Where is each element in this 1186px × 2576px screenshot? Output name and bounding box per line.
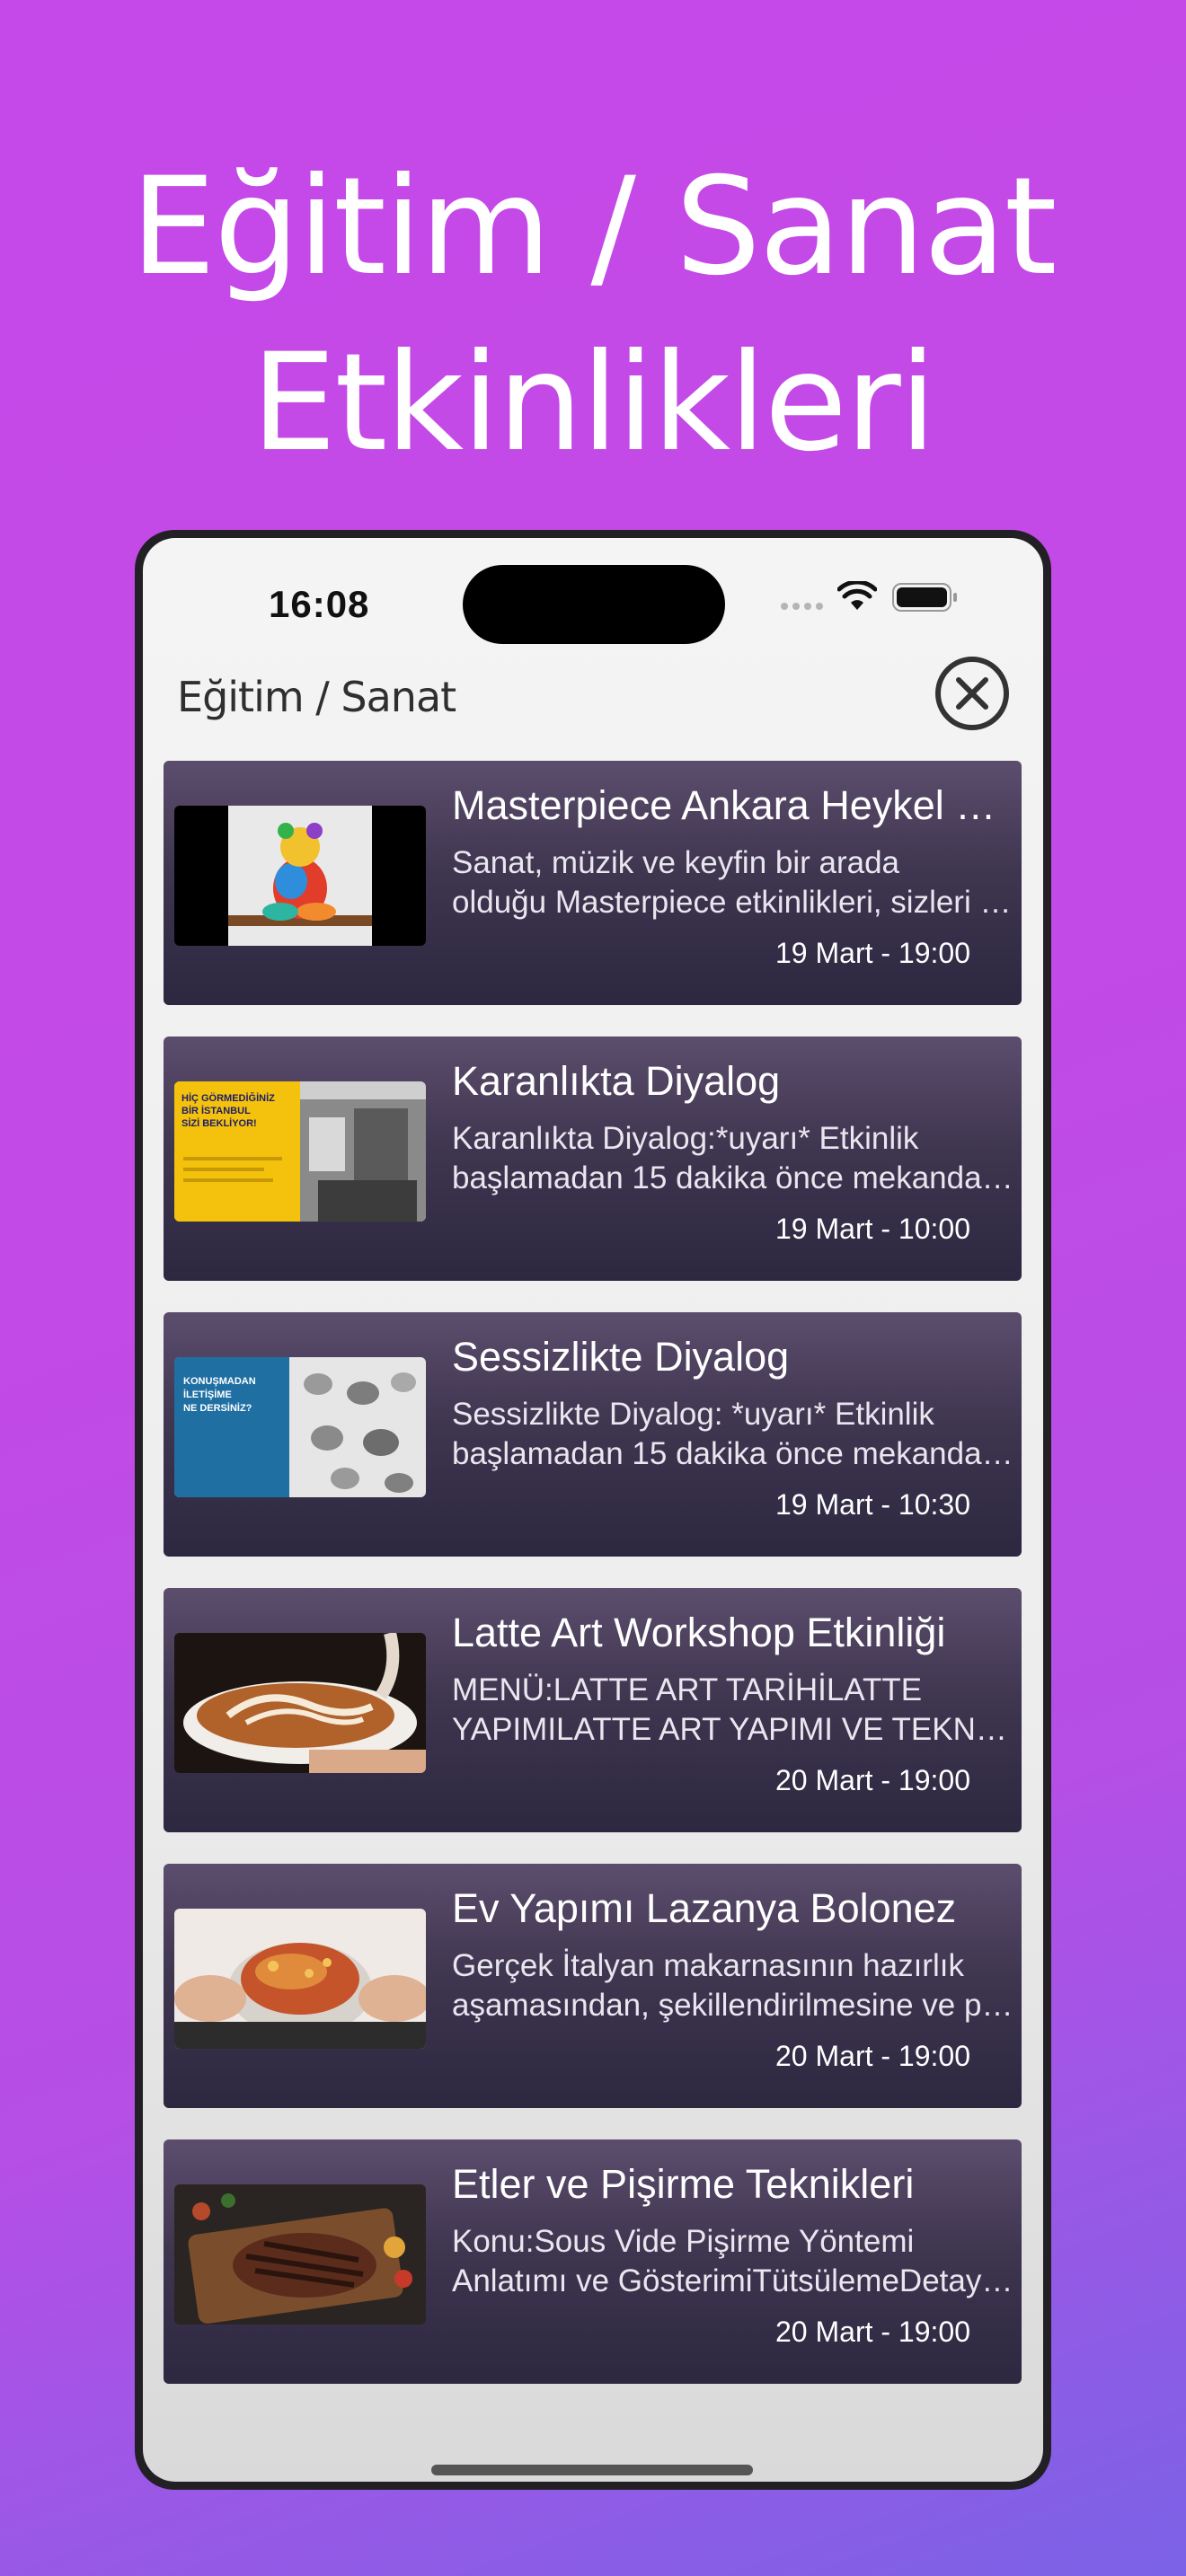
event-date: 19 Mart - 19:00 (775, 937, 970, 969)
event-thumbnail-sign-language: KONUŞMADAN İLETİŞİME NE DERSİNİZ? (174, 1357, 426, 1497)
event-description-line-2: başlamadan 15 dakika önce mekanda olunma… (452, 1160, 1013, 1195)
event-description-line-2: aşamasından, şekillendirilmesine ve pişi… (452, 1988, 1013, 2023)
promo-headline-line-1: Eğitim / Sanat (130, 149, 1057, 305)
event-description-line-1: Karanlıkta Diyalog:*uyarı* Etkinlik (452, 1121, 919, 1156)
event-description-line-2: Anlatımı ve GösterimiTütsülemeDetayları (452, 2263, 1013, 2298)
event-description: Karanlıkta Diyalog:*uyarı* Etkinlik başl… (452, 1119, 1013, 1198)
status-time: 16:08 (269, 583, 370, 625)
event-title: Etler ve Pişirme Teknikleri (452, 2161, 915, 2207)
event-description: Konu:Sous Vide Pişirme Yöntemi Anlatımı … (452, 2222, 1013, 2301)
event-title: Latte Art Workshop Etkinliği (452, 1610, 946, 1655)
event-date: 20 Mart - 19:00 (775, 1764, 970, 1796)
event-thumbnail-latte (174, 1633, 426, 1773)
event-description-line-2: olduğu Masterpiece etkinlikleri, sizleri… (452, 885, 1013, 920)
event-description: Sanat, müzik ve keyfin bir arada olduğu … (452, 843, 1013, 922)
event-date: 20 Mart - 19:00 (775, 2316, 970, 2348)
event-list: Masterpiece Ankara Heykel Sergisi Sanat,… (164, 761, 1022, 2415)
event-title: Ev Yapımı Lazanya Bolonez (452, 1885, 957, 1931)
event-description-line-2: başlamadan 15 dakika önce mekanda olunma… (452, 1436, 1013, 1471)
event-card[interactable]: Ev Yapımı Lazanya Bolonez Gerçek İtalyan… (164, 1864, 1022, 2108)
event-description-line-1: Sanat, müzik ve keyfin bir arada (452, 845, 900, 880)
nav-title: Eğitim / Sanat (177, 673, 456, 721)
event-description: MENÜ:LATTE ART TARİHİLATTE YAPIMILATTE A… (452, 1671, 1013, 1750)
event-thumbnail-steak (174, 2184, 426, 2325)
event-card[interactable]: Latte Art Workshop Etkinliği MENÜ:LATTE … (164, 1588, 1022, 1832)
event-description-line-1: MENÜ:LATTE ART TARİHİLATTE (452, 1672, 923, 1707)
event-thumbnail-istanbul: HİÇ GÖRMEDİĞİNİZ BİR İSTANBUL SİZİ BEKLİ… (174, 1081, 426, 1222)
close-circle-icon[interactable] (934, 655, 1011, 732)
wifi-icon (837, 581, 877, 610)
cellular-signal-icon (781, 603, 823, 610)
battery-icon (892, 583, 957, 612)
event-description: Sessizlikte Diyalog: *uyarı* Etkinlik ba… (452, 1395, 1013, 1474)
home-indicator[interactable] (431, 2465, 753, 2475)
event-date: 19 Mart - 10:00 (775, 1213, 970, 1245)
promo-headline-line-2: Etkinlikleri (251, 325, 937, 481)
app-screen: 16:08 Eğitim / Sanat Masterpiece Ankara … (143, 538, 1043, 2482)
dynamic-island (463, 565, 725, 644)
event-card[interactable]: HİÇ GÖRMEDİĞİNİZ BİR İSTANBUL SİZİ BEKLİ… (164, 1037, 1022, 1281)
event-thumbnail-sculpture (174, 806, 426, 946)
event-title: Karanlıkta Diyalog (452, 1058, 781, 1104)
event-description: Gerçek İtalyan makarnasının hazırlık aşa… (452, 1946, 1013, 2025)
event-description-line-1: Gerçek İtalyan makarnasının hazırlık (452, 1948, 964, 1983)
promo-headline: Eğitim / Sanat Etkinlikleri (0, 139, 1186, 491)
event-title: Masterpiece Ankara Heykel Sergisi (452, 782, 1011, 828)
phone-frame: 16:08 Eğitim / Sanat Masterpiece Ankara … (135, 530, 1051, 2490)
event-title: Sessizlikte Diyalog (452, 1334, 790, 1380)
event-card[interactable]: KONUŞMADAN İLETİŞİME NE DERSİNİZ? Sessiz… (164, 1312, 1022, 1557)
event-description-line-1: Sessizlikte Diyalog: *uyarı* Etkinlik (452, 1397, 934, 1432)
event-card[interactable]: Etler ve Pişirme Teknikleri Konu:Sous Vi… (164, 2139, 1022, 2384)
event-date: 20 Mart - 19:00 (775, 2040, 970, 2072)
event-description-line-1: Konu:Sous Vide Pişirme Yöntemi (452, 2224, 915, 2259)
event-thumbnail-lasagna (174, 1909, 426, 2049)
event-card[interactable]: Masterpiece Ankara Heykel Sergisi Sanat,… (164, 761, 1022, 1005)
event-description-line-2: YAPIMILATTE ART YAPIMI VE TEKNİKLERİ (452, 1712, 1013, 1747)
event-date: 19 Mart - 10:30 (775, 1488, 970, 1521)
